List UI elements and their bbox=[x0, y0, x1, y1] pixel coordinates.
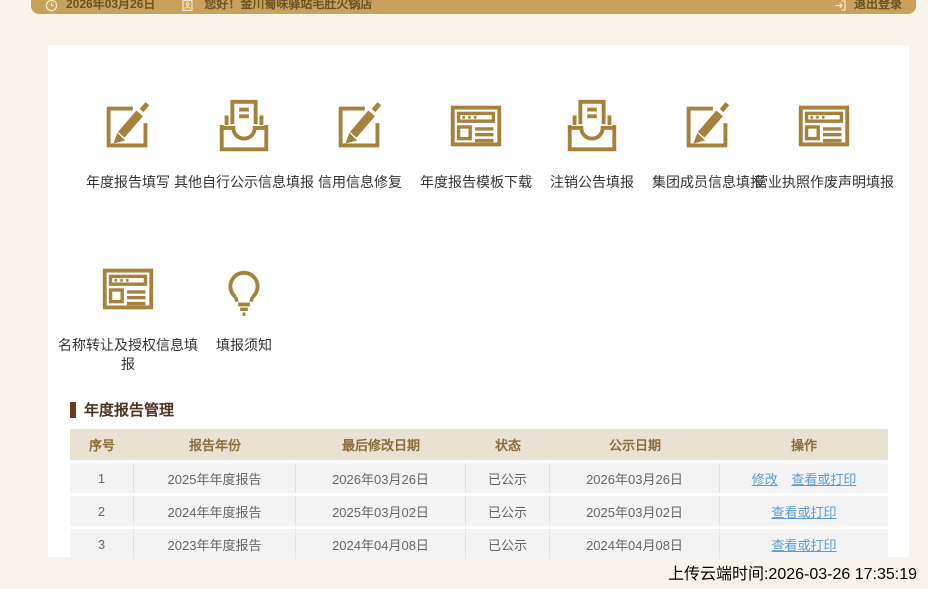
table-row: 1 2025年年度报告 2026年03月26日 已公示 2026年03月26日 … bbox=[70, 463, 888, 493]
edit-icon bbox=[329, 95, 391, 157]
col-header-status: 状态 bbox=[466, 429, 550, 460]
table-header-row: 序号 报告年份 最后修改日期 状态 公示日期 操作 bbox=[70, 429, 888, 460]
webpage-icon bbox=[793, 95, 855, 157]
view-or-print-link[interactable]: 查看或打印 bbox=[791, 472, 856, 487]
shortcut-label: 信用信息修复 bbox=[318, 174, 402, 190]
cell-publish-date: 2025年03月02日 bbox=[550, 496, 720, 526]
main-card: 年度报告填写 其他自行公示信息填报 信用信息修复 年度报告模板下载 注销公告填报… bbox=[48, 45, 909, 559]
cell-actions: 修改 查看或打印 bbox=[720, 463, 888, 493]
shortcut-label: 其他自行公示信息填报 bbox=[174, 174, 314, 190]
shortcut-label: 名称转让及授权信息填报 bbox=[58, 337, 198, 372]
cell-last-modified: 2024年04月08日 bbox=[296, 529, 466, 559]
cell-status: 已公示 bbox=[466, 529, 550, 559]
section-title-marker bbox=[70, 401, 76, 418]
cell-report-year: 2023年年度报告 bbox=[134, 529, 296, 559]
logout-label: 退出登录 bbox=[853, 0, 902, 11]
cell-index: 2 bbox=[70, 496, 134, 526]
col-header-index: 序号 bbox=[70, 429, 134, 460]
inbox-document-icon bbox=[561, 95, 623, 157]
cell-status: 已公示 bbox=[466, 496, 550, 526]
logout-icon bbox=[834, 0, 847, 12]
cell-last-modified: 2025年03月02日 bbox=[296, 496, 466, 526]
upload-time-text: 上传云端时间:2026-03-26 17:35:19 bbox=[667, 566, 917, 583]
shortcut-label: 营业执照作废声明填报 bbox=[754, 174, 894, 190]
table-row: 2 2024年年度报告 2025年03月02日 已公示 2025年03月02日 … bbox=[70, 496, 888, 526]
shortcut-group-member-info[interactable]: 集团成员信息填报 bbox=[650, 95, 766, 192]
webpage-icon bbox=[445, 95, 507, 157]
col-header-publish-date: 公示日期 bbox=[550, 429, 720, 460]
section-title-row: 年度报告管理 bbox=[70, 399, 888, 420]
shortcut-credit-repair[interactable]: 信用信息修复 bbox=[302, 95, 418, 192]
edit-icon bbox=[97, 95, 159, 157]
clock-icon bbox=[45, 0, 58, 12]
shortcut-cancellation-notice[interactable]: 注销公告填报 bbox=[534, 95, 650, 192]
modify-link[interactable]: 修改 bbox=[752, 472, 778, 487]
logout-button[interactable]: 退出登录 bbox=[834, 0, 902, 12]
cell-actions: 查看或打印 bbox=[720, 496, 888, 526]
shortcut-label: 集团成员信息填报 bbox=[652, 174, 764, 190]
col-header-actions: 操作 bbox=[720, 429, 888, 460]
cell-last-modified: 2026年03月26日 bbox=[296, 463, 466, 493]
section-title: 年度报告管理 bbox=[84, 402, 175, 419]
view-or-print-link[interactable]: 查看或打印 bbox=[771, 538, 836, 553]
edit-icon bbox=[677, 95, 739, 157]
annual-report-table: 序号 报告年份 最后修改日期 状态 公示日期 操作 1 2025年年度报告 20… bbox=[70, 426, 888, 562]
shortcut-annual-report-fill[interactable]: 年度报告填写 bbox=[70, 95, 186, 192]
shortcut-other-publicity-info[interactable]: 其他自行公示信息填报 bbox=[174, 95, 314, 192]
shortcut-filing-instructions[interactable]: 填报须知 bbox=[186, 258, 302, 374]
id-card-icon bbox=[181, 0, 194, 12]
table-row: 3 2023年年度报告 2024年04月08日 已公示 2024年04月08日 … bbox=[70, 529, 888, 559]
shortcut-label: 年度报告模板下载 bbox=[420, 174, 532, 190]
shortcut-license-void-declaration[interactable]: 营业执照作废声明填报 bbox=[754, 95, 894, 192]
shortcut-name-transfer-authorization[interactable]: 名称转让及授权信息填报 bbox=[58, 258, 198, 374]
topbar-date: 2026年03月26日 bbox=[66, 0, 156, 11]
cell-report-year: 2025年年度报告 bbox=[134, 463, 296, 493]
topbar: 2026年03月26日 您好！金川蜀味驿站毛肚火锅店 退出登录 bbox=[31, 0, 916, 14]
view-or-print-link[interactable]: 查看或打印 bbox=[771, 505, 836, 520]
cell-report-year: 2024年年度报告 bbox=[134, 496, 296, 526]
lightbulb-icon bbox=[213, 258, 275, 320]
cell-index: 1 bbox=[70, 463, 134, 493]
webpage-icon bbox=[97, 258, 159, 320]
shortcut-template-download[interactable]: 年度报告模板下载 bbox=[418, 95, 534, 192]
shortcut-label: 注销公告填报 bbox=[550, 174, 634, 190]
col-header-last-modified: 最后修改日期 bbox=[296, 429, 466, 460]
shortcut-label: 年度报告填写 bbox=[86, 174, 170, 190]
shortcut-label: 填报须知 bbox=[216, 337, 272, 353]
cell-publish-date: 2026年03月26日 bbox=[550, 463, 720, 493]
cell-status: 已公示 bbox=[466, 463, 550, 493]
shortcut-grid: 年度报告填写 其他自行公示信息填报 信用信息修复 年度报告模板下载 注销公告填报… bbox=[48, 45, 900, 440]
annual-report-section: 年度报告管理 序号 报告年份 最后修改日期 状态 公示日期 操作 1 2025年… bbox=[70, 399, 888, 562]
col-header-report-year: 报告年份 bbox=[134, 429, 296, 460]
cell-publish-date: 2024年04月08日 bbox=[550, 529, 720, 559]
topbar-greeting: 您好！金川蜀味驿站毛肚火锅店 bbox=[204, 0, 373, 11]
cell-index: 3 bbox=[70, 529, 134, 559]
inbox-document-icon bbox=[213, 95, 275, 157]
cell-actions: 查看或打印 bbox=[720, 529, 888, 559]
